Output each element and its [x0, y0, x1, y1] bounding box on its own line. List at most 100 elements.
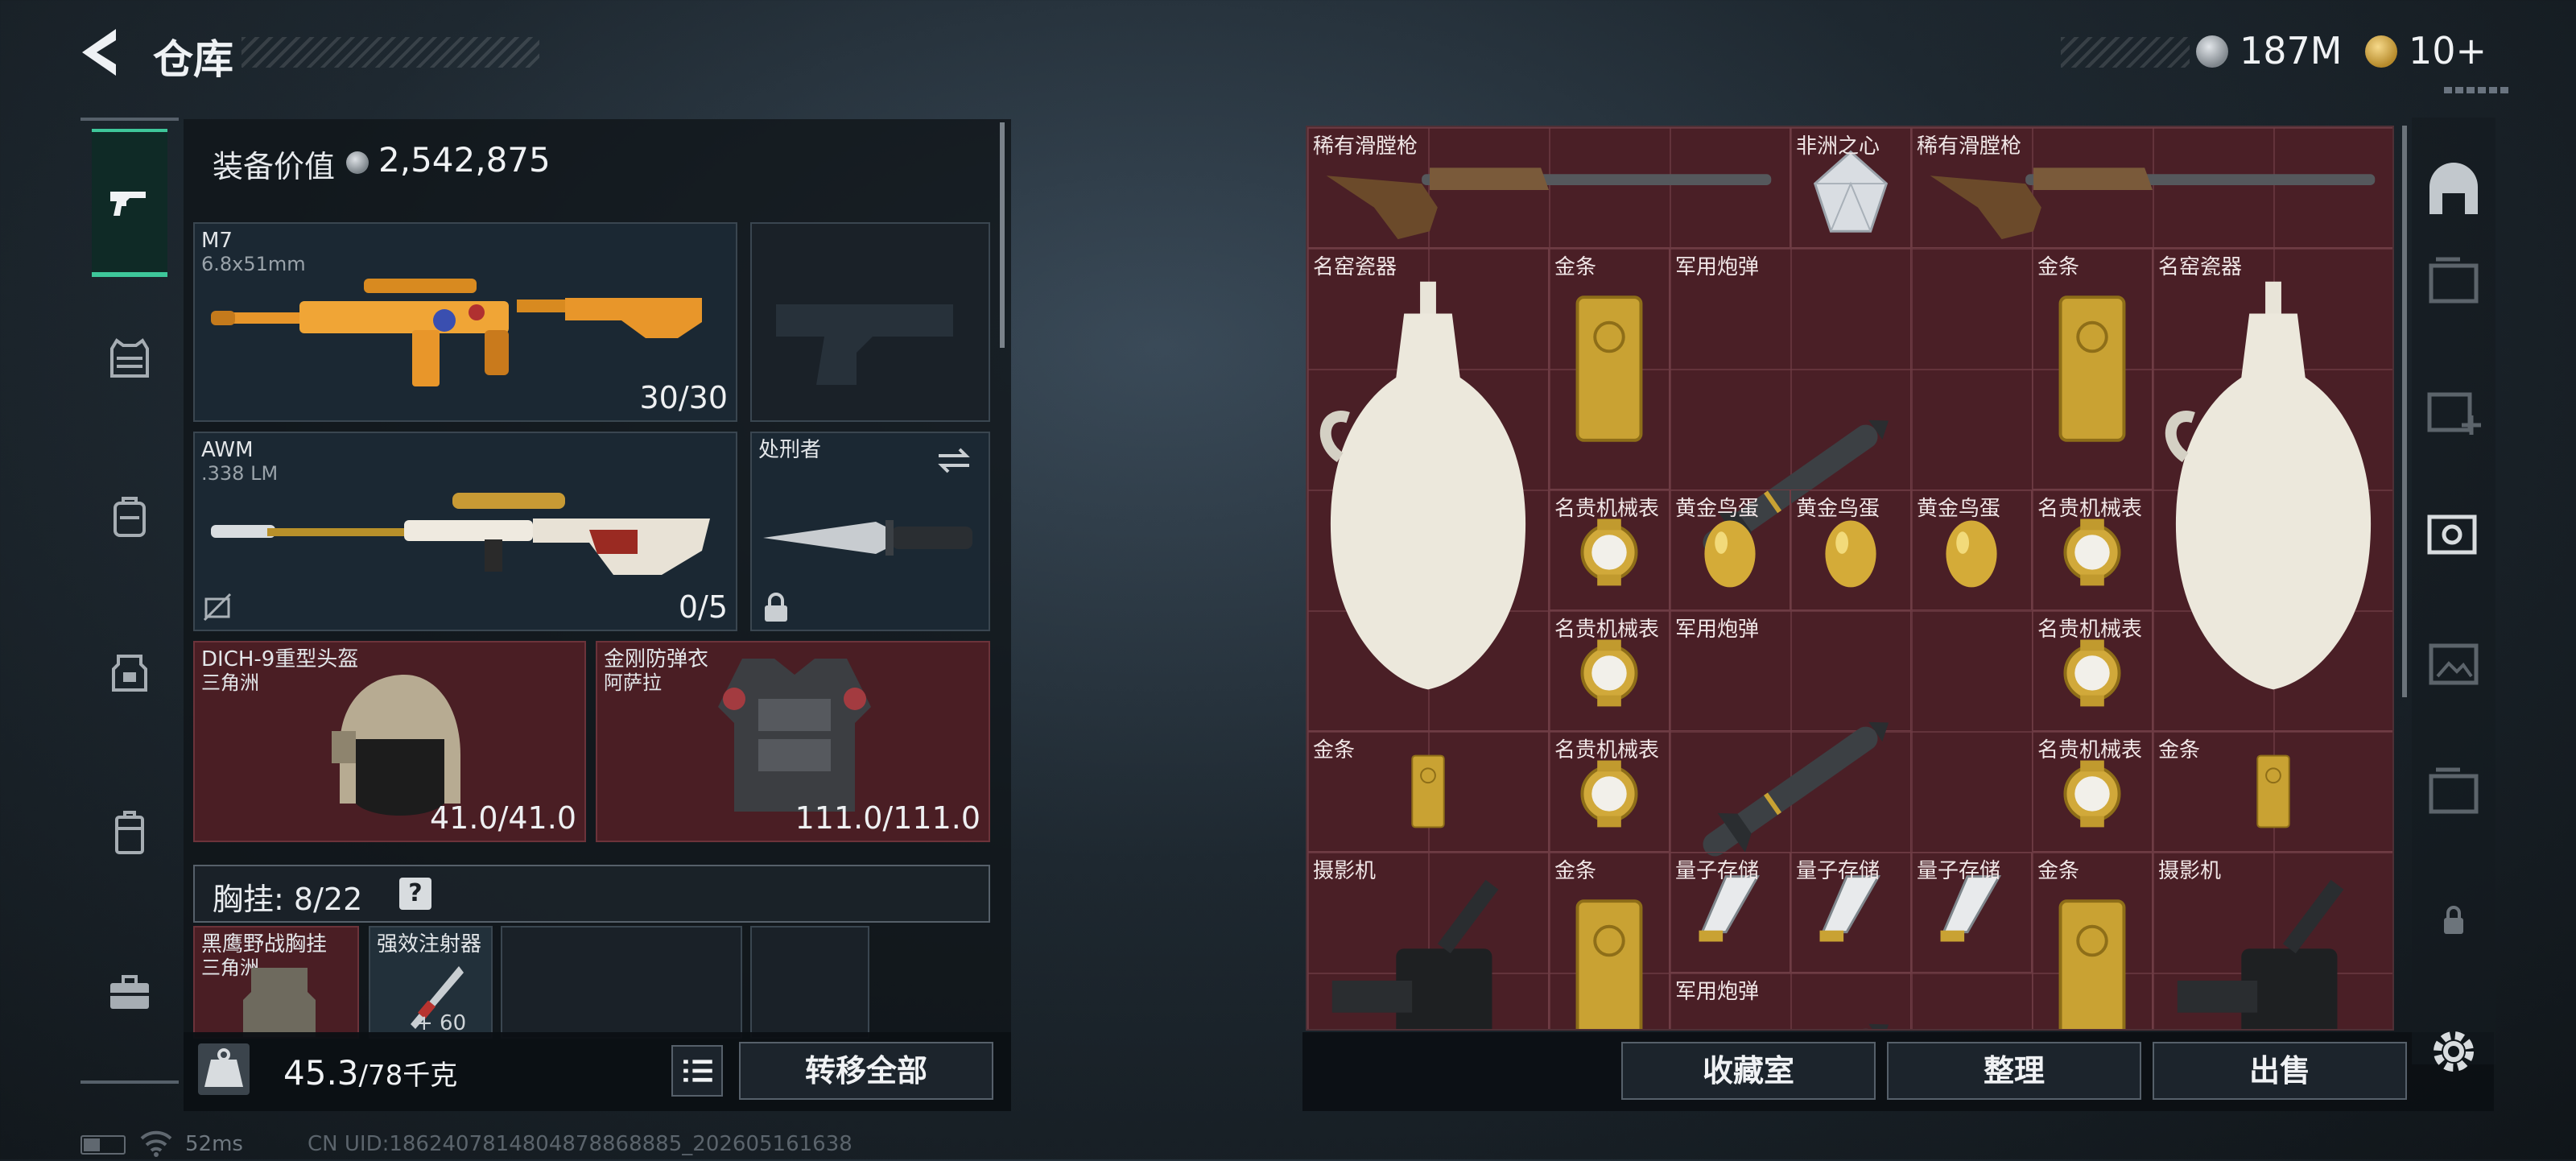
swap-icon[interactable]	[935, 444, 972, 477]
storage-tab-photo[interactable]	[2420, 499, 2487, 567]
grid-item-label: 量子存储	[1675, 859, 1760, 883]
equipment-scrollbar[interactable]	[1000, 122, 1005, 348]
photo-storage-icon	[2427, 514, 2477, 555]
locked-tab[interactable]	[2420, 894, 2487, 950]
list-view-button[interactable]	[671, 1045, 723, 1097]
user-uid: CN UID:1862407814804878868885_2026051616…	[308, 1132, 852, 1156]
grid-item-label: 名贵机械表	[2037, 738, 2143, 762]
transfer-all-button[interactable]: 转移全部	[739, 1042, 993, 1100]
grid-item-chip[interactable]: 量子存储	[1670, 852, 1790, 973]
settings-gear-icon[interactable]	[2425, 1023, 2483, 1080]
grid-item-goldbar[interactable]: 金条	[2153, 731, 2392, 852]
grid-item-label: 摄影机	[2158, 859, 2222, 883]
currency-silver-amount[interactable]: 187M	[2240, 29, 2343, 72]
nav-armor-tab[interactable]	[92, 320, 167, 396]
grid-item-chip[interactable]: 量子存储	[1911, 852, 2032, 973]
currency-gold-amount[interactable]: 10+	[2409, 29, 2487, 72]
body-armor-slot[interactable]: 金刚防弹衣 阿萨拉 111.0/111.0	[596, 641, 990, 842]
storage-tab-4[interactable]	[2420, 246, 2487, 314]
grid-item-egg[interactable]: 黄金鸟蛋	[1670, 490, 1790, 610]
nav-case-tab[interactable]	[92, 795, 167, 871]
grid-item-label: 名贵机械表	[2037, 497, 2143, 521]
sell-button[interactable]: 出售	[2153, 1042, 2407, 1100]
nav-chest-rig-tab[interactable]	[92, 634, 167, 710]
battery-icon	[80, 1135, 126, 1155]
weapon-ammo: 30/30	[639, 380, 728, 415]
injector-slot[interactable]: 强效注射器 + 60	[369, 926, 493, 1039]
armor-durability: 111.0/111.0	[795, 800, 980, 836]
currency-decoration	[2061, 37, 2190, 68]
nav-toolbox-tab[interactable]	[92, 955, 167, 1031]
grid-item-vase[interactable]: 名窑瓷器	[2153, 248, 2392, 731]
grid-item-missile[interactable]: 军用炮弹	[1670, 973, 1911, 1029]
help-icon[interactable]: ?	[399, 878, 431, 910]
grid-item-musket[interactable]: 稀有滑膛枪	[1911, 127, 2392, 248]
toolbox-icon	[110, 975, 149, 1009]
grid-item-label: 军用炮弹	[1675, 980, 1760, 1004]
collection-room-button[interactable]: 收藏室	[1621, 1042, 1876, 1100]
pistol-placeholder-icon	[776, 304, 953, 385]
vase-icon	[1319, 281, 1526, 690]
helmet-faction: 三角洲	[201, 671, 259, 694]
chest-rig-icon	[112, 655, 147, 692]
grid-item-label: 金条	[2037, 859, 2080, 883]
nav-weapons-tab[interactable]	[92, 129, 167, 277]
indicator-line	[2444, 87, 2508, 93]
grid-item-label: 名贵机械表	[1554, 738, 1660, 762]
lock-icon	[2444, 906, 2463, 934]
grid-item-label: 黄金鸟蛋	[1675, 497, 1760, 521]
awm-rifle-icon	[211, 493, 710, 575]
primary-weapon-slot[interactable]: M7 6.8x51mm 30/30	[193, 222, 737, 422]
grid-item-watch[interactable]: 名贵机械表	[2032, 490, 2153, 610]
grid-item-vase[interactable]: 名窑瓷器	[1307, 248, 1549, 731]
grid-item-watch[interactable]: 名贵机械表	[1549, 610, 1670, 731]
weight-icon	[198, 1043, 250, 1095]
grid-item-goldbar[interactable]: 金条	[1549, 852, 1670, 1029]
secondary-weapon-slot[interactable]: AWM .338 LM 0/5	[193, 432, 737, 631]
weapon-name: AWM	[201, 438, 254, 462]
weight-readout: 45.3/78千克	[283, 1053, 457, 1093]
grid-item-goldbar[interactable]: 金条	[2032, 248, 2153, 490]
add-storage-tab[interactable]	[2420, 375, 2487, 443]
melee-slot[interactable]: 处刑者	[750, 432, 990, 631]
chest-rig-item-icon	[243, 968, 316, 1037]
grid-item-goldbar[interactable]: 金条	[2032, 852, 2153, 1029]
grid-item-camera[interactable]: 摄影机	[2153, 852, 2392, 1029]
grid-item-goldbar[interactable]: 金条	[1307, 731, 1549, 852]
sidearm-slot-empty[interactable]	[750, 222, 990, 422]
melee-name: 处刑者	[758, 438, 822, 462]
grid-item-watch[interactable]: 名贵机械表	[1549, 490, 1670, 610]
rig-empty-slot[interactable]	[750, 926, 869, 1039]
grid-item-watch[interactable]: 名贵机械表	[2032, 610, 2153, 731]
knife-icon	[763, 520, 972, 556]
grid-item-egg[interactable]: 黄金鸟蛋	[1790, 490, 1911, 610]
storage-home-tab[interactable]	[2420, 158, 2487, 225]
grid-item-label: 金条	[1554, 859, 1597, 883]
pistol-icon	[110, 192, 146, 216]
storage-tab-3[interactable]	[2420, 628, 2487, 696]
storage-scrollbar[interactable]	[2402, 126, 2407, 697]
grid-item-watch[interactable]: 名贵机械表	[2032, 731, 2153, 852]
grid-item-label: 金条	[1313, 738, 1356, 762]
nav-backpack-tab[interactable]	[92, 478, 167, 554]
page-title: 仓库	[153, 36, 233, 83]
grid-item-label: 名窑瓷器	[1313, 255, 1397, 279]
grid-item-goldbar[interactable]: 金条	[1549, 248, 1670, 490]
grid-item-egg[interactable]: 黄金鸟蛋	[1911, 490, 2032, 610]
storage-tab-iv[interactable]	[2420, 757, 2487, 824]
grid-item-label: 非洲之心	[1796, 134, 1880, 159]
grid-item-musket[interactable]: 稀有滑膛枪	[1307, 127, 1790, 248]
back-arrow-icon[interactable]	[77, 24, 126, 81]
grid-item-label: 军用炮弹	[1675, 618, 1760, 642]
equipment-value-label: 装备价值	[213, 149, 336, 184]
rig-empty-slot[interactable]	[501, 926, 742, 1039]
grid-item-camera[interactable]: 摄影机	[1307, 852, 1549, 1029]
grid-item-diamond[interactable]: 非洲之心	[1790, 127, 1911, 248]
title-decoration	[242, 37, 539, 68]
warehouse-icon	[2429, 163, 2478, 214]
grid-item-watch[interactable]: 名贵机械表	[1549, 731, 1670, 852]
helmet-slot[interactable]: DICH-9重型头盔 三角洲 41.0/41.0	[193, 641, 586, 842]
grid-item-chip[interactable]: 量子存储	[1790, 852, 1911, 973]
sort-button[interactable]: 整理	[1887, 1042, 2141, 1100]
chest-rig-item-slot[interactable]: 黑鹰野战胸挂 三角洲	[193, 926, 359, 1039]
